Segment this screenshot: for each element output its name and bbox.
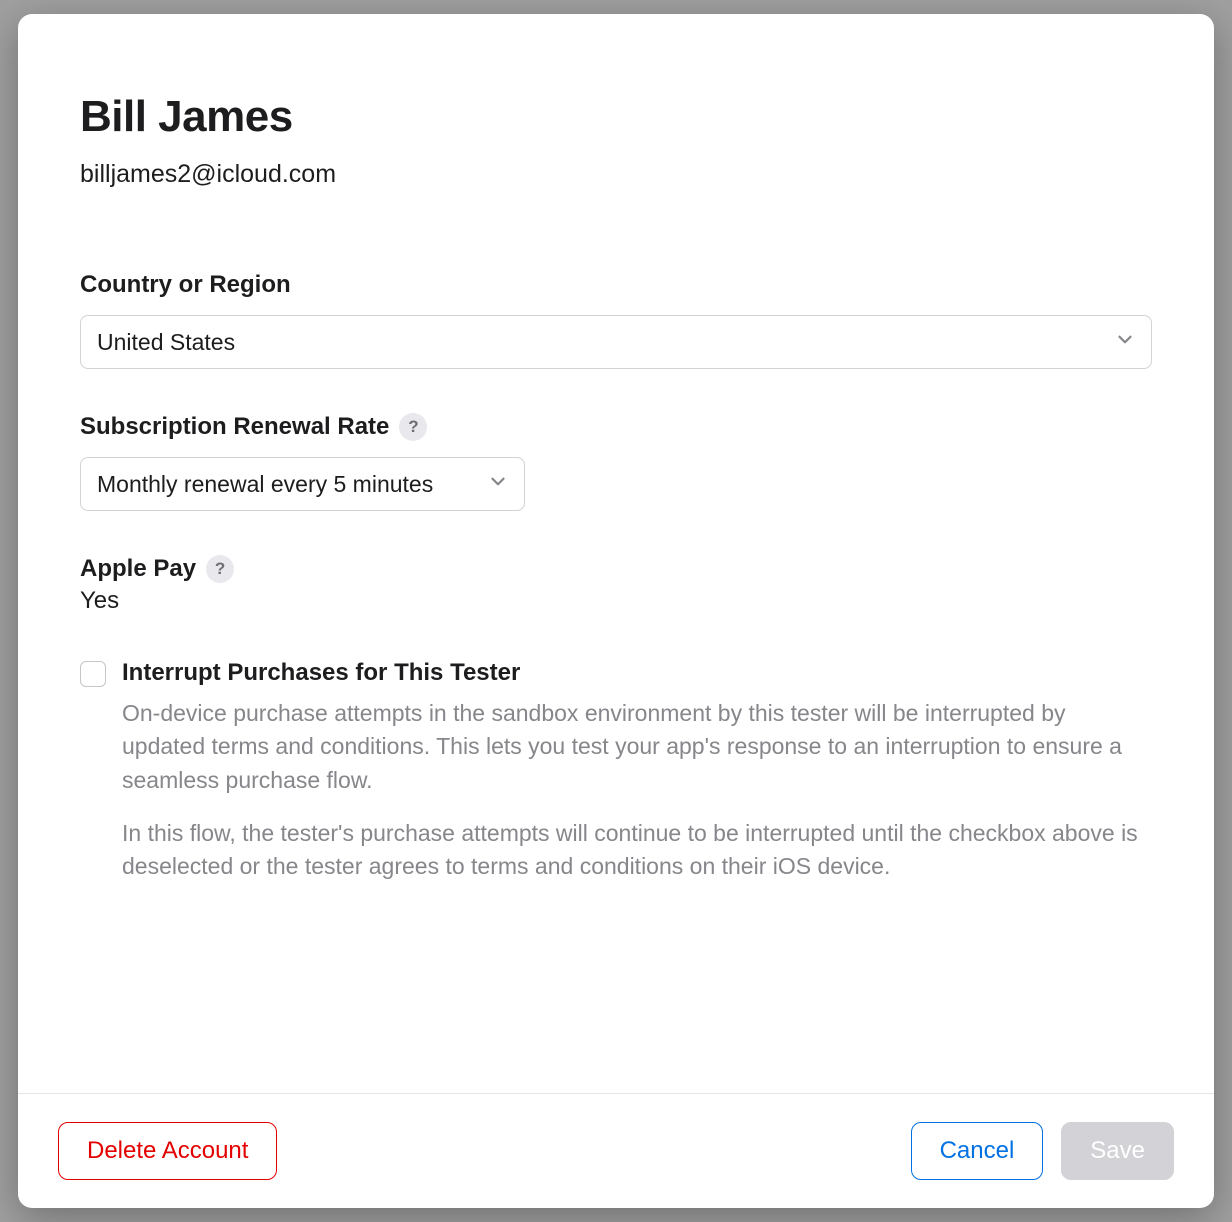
country-label-text: Country or Region <box>80 271 291 299</box>
country-select-value: United States <box>97 329 235 356</box>
apple-pay-field-group: Apple Pay ? Yes <box>80 555 1152 615</box>
country-field-group: Country or Region United States <box>80 271 1152 369</box>
modal-body: Bill James billjames2@icloud.com Country… <box>18 14 1214 1093</box>
interrupt-content: Interrupt Purchases for This Tester On-d… <box>122 659 1152 904</box>
interrupt-field-group: Interrupt Purchases for This Tester On-d… <box>80 659 1152 904</box>
apple-pay-label: Apple Pay ? <box>80 555 1152 583</box>
country-label: Country or Region <box>80 271 1152 299</box>
renewal-select-wrapper: Monthly renewal every 5 minutes <box>80 457 525 511</box>
save-button[interactable]: Save <box>1061 1122 1174 1180</box>
cancel-button[interactable]: Cancel <box>911 1122 1044 1180</box>
interrupt-label: Interrupt Purchases for This Tester <box>122 659 1152 687</box>
help-icon[interactable]: ? <box>399 413 427 441</box>
tester-name-heading: Bill James <box>80 92 1152 142</box>
tester-email: billjames2@icloud.com <box>80 160 1152 189</box>
interrupt-checkbox[interactable] <box>80 661 106 687</box>
renewal-label-text: Subscription Renewal Rate <box>80 413 389 441</box>
interrupt-description-1: On-device purchase attempts in the sandb… <box>122 697 1152 797</box>
renewal-select[interactable]: Monthly renewal every 5 minutes <box>80 457 525 511</box>
delete-account-button[interactable]: Delete Account <box>58 1122 277 1180</box>
country-select[interactable]: United States <box>80 315 1152 369</box>
tester-edit-modal: Bill James billjames2@icloud.com Country… <box>18 14 1214 1208</box>
apple-pay-value: Yes <box>80 587 1152 615</box>
help-icon[interactable]: ? <box>206 555 234 583</box>
apple-pay-label-text: Apple Pay <box>80 555 196 583</box>
interrupt-checkbox-row: Interrupt Purchases for This Tester On-d… <box>80 659 1152 904</box>
footer-right-group: Cancel Save <box>911 1122 1174 1180</box>
renewal-field-group: Subscription Renewal Rate ? Monthly rene… <box>80 413 1152 511</box>
modal-footer: Delete Account Cancel Save <box>18 1093 1214 1208</box>
interrupt-description-2: In this flow, the tester's purchase atte… <box>122 817 1152 884</box>
country-select-wrapper: United States <box>80 315 1152 369</box>
renewal-select-value: Monthly renewal every 5 minutes <box>97 471 433 498</box>
renewal-label: Subscription Renewal Rate ? <box>80 413 1152 441</box>
